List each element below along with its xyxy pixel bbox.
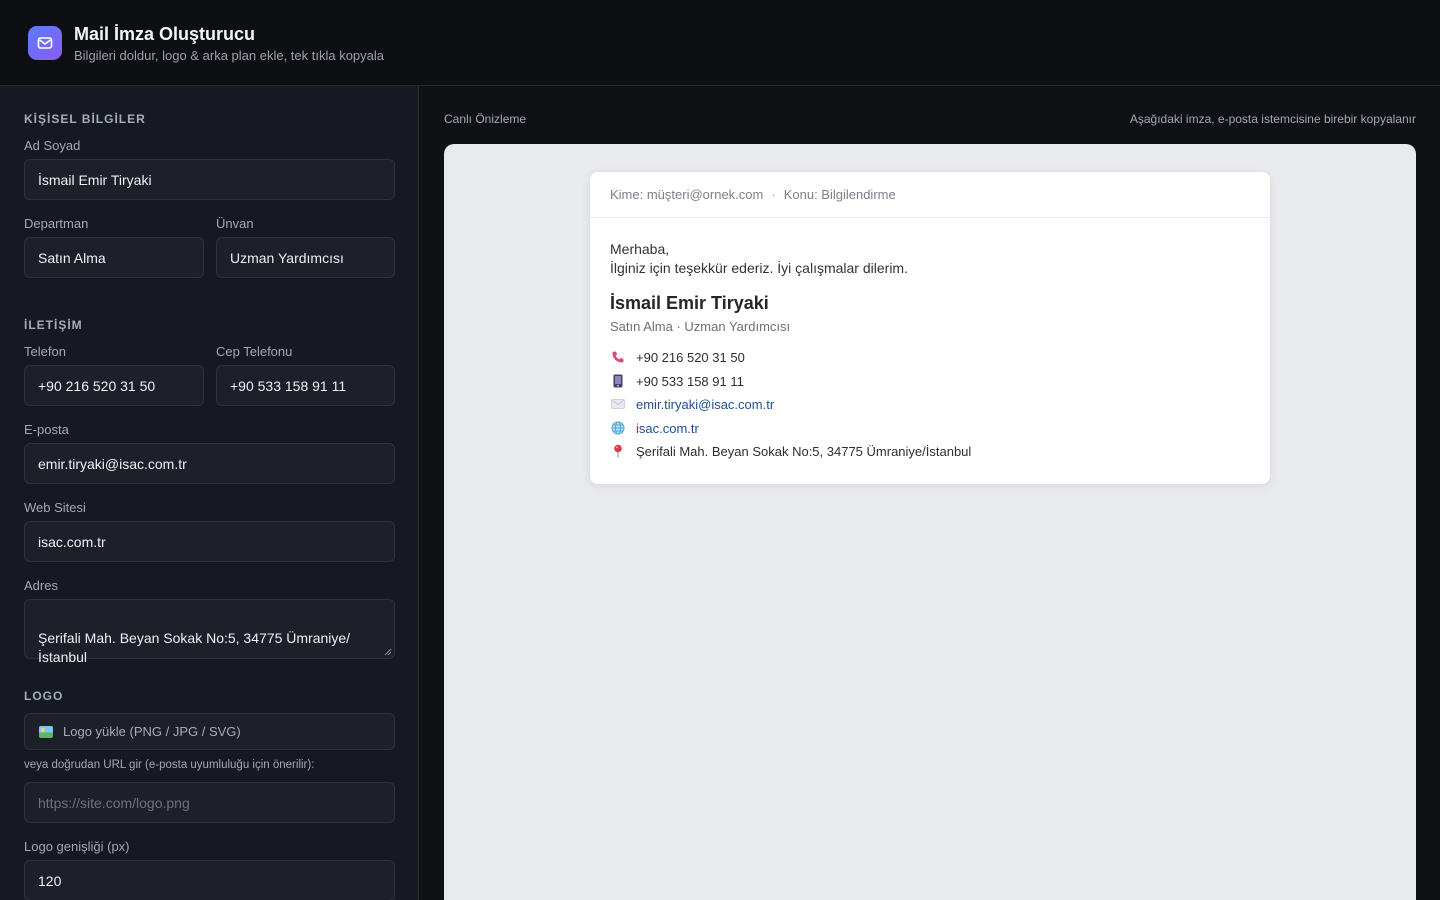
mobile-label: Cep Telefonu [216,344,293,359]
department-input[interactable]: Satın Alma [24,237,204,278]
signature-address: Şerifali Mah. Beyan Sokak No:5, 34775 Üm… [636,443,972,459]
resize-grip-icon[interactable] [384,648,392,656]
logo-width-input[interactable]: 120 [24,860,395,900]
logo-url-hint: veya doğrudan URL gir (e-posta uyumluluğ… [24,759,315,771]
address-text: Şerifali Mah. Beyan Sokak No:5, 34775 Üm… [38,630,351,665]
preview-heading: Canlı Önizleme [444,112,527,126]
mail-icon [28,26,62,60]
phone-label: Telefon [24,344,66,359]
signature-role: Satın Alma · Uzman Yardımcısı [610,319,791,334]
address-textarea[interactable]: Şerifali Mah. Beyan Sokak No:5, 34775 Üm… [24,599,395,665]
name-input[interactable]: İsmail Emir Tiryaki [24,159,395,200]
website-label: Web Sitesi [24,500,86,515]
pin-icon [610,443,626,459]
email-label: E-posta [24,422,69,437]
signature-name: İsmail Emir Tiryaki [610,293,769,313]
signature-website-link[interactable]: isac.com.tr [636,421,699,436]
section-title-logo: LOGO [24,689,64,703]
title-input[interactable]: Uzman Yardımcısı [216,237,395,278]
signature-website-row: isac.com.tr [610,419,699,437]
name-label: Ad Soyad [24,138,81,153]
app-subtitle: Bilgileri doldur, logo & arka plan ekle,… [74,48,385,63]
signature-mobile-row: +90 533 158 91 11 [610,372,744,390]
phone-icon [610,349,626,365]
phone-input[interactable]: +90 216 520 31 50 [24,365,204,406]
logo-width-label: Logo genişliği (px) [24,839,130,854]
email-input[interactable]: emir.tiryaki@isac.com.tr [24,443,395,484]
website-input[interactable]: isac.com.tr [24,521,395,562]
address-label: Adres [24,578,58,593]
globe-icon [610,420,626,436]
section-title-contact: İLETİŞİM [24,318,83,332]
section-title-personal: KİŞİSEL BİLGİLER [24,112,146,126]
mobile-input[interactable]: +90 533 158 91 11 [216,365,395,406]
preview-note: Aşağıdaki imza, e-posta istemcisine bire… [1129,112,1416,126]
image-icon [39,725,53,738]
mobile-icon [610,373,626,389]
email-greeting: Merhaba, İlginiz için teşekkür ederiz. İ… [610,240,908,278]
signature-address-row: Şerifali Mah. Beyan Sokak No:5, 34775 Üm… [610,442,971,460]
department-label: Departman [24,216,89,231]
app-title: Mail İmza Oluşturucu [74,24,256,44]
signature-phone-row: +90 216 520 31 50 [610,348,745,366]
title-label: Ünvan [216,216,254,231]
logo-url-input[interactable]: https://site.com/logo.png [24,782,395,823]
app-header: Mail İmza Oluşturucu Bilgileri doldur, l… [0,0,1440,86]
email-subject: Konu: Bilgilendirme [783,187,896,202]
logo-upload-label: Logo yükle (PNG / JPG / SVG) [63,724,241,739]
greeting-line-2: İlginiz için teşekkür ederiz. İyi çalışm… [610,260,908,276]
signature-email-link[interactable]: emir.tiryaki@isac.com.tr [636,397,774,412]
email-to: Kime: müşteri@ornek.com [610,187,764,202]
preview-canvas: Kime: müşteri@ornek.com · Konu: Bilgilen… [444,144,1416,900]
email-meta: Kime: müşteri@ornek.com · Konu: Bilgilen… [590,172,1270,218]
envelope-icon [610,396,626,412]
email-preview-card: Kime: müşteri@ornek.com · Konu: Bilgilen… [590,172,1270,484]
signature-mobile: +90 533 158 91 11 [636,373,744,389]
signature-phone: +90 216 520 31 50 [636,349,745,365]
signature-email-row: emir.tiryaki@isac.com.tr [610,395,774,413]
greeting-line-1: Merhaba, [610,241,670,257]
meta-separator: · [771,187,776,202]
logo-upload-button[interactable]: Logo yükle (PNG / JPG / SVG) [24,713,395,750]
form-panel: KİŞİSEL BİLGİLER Ad Soyad İsmail Emir Ti… [0,86,419,900]
